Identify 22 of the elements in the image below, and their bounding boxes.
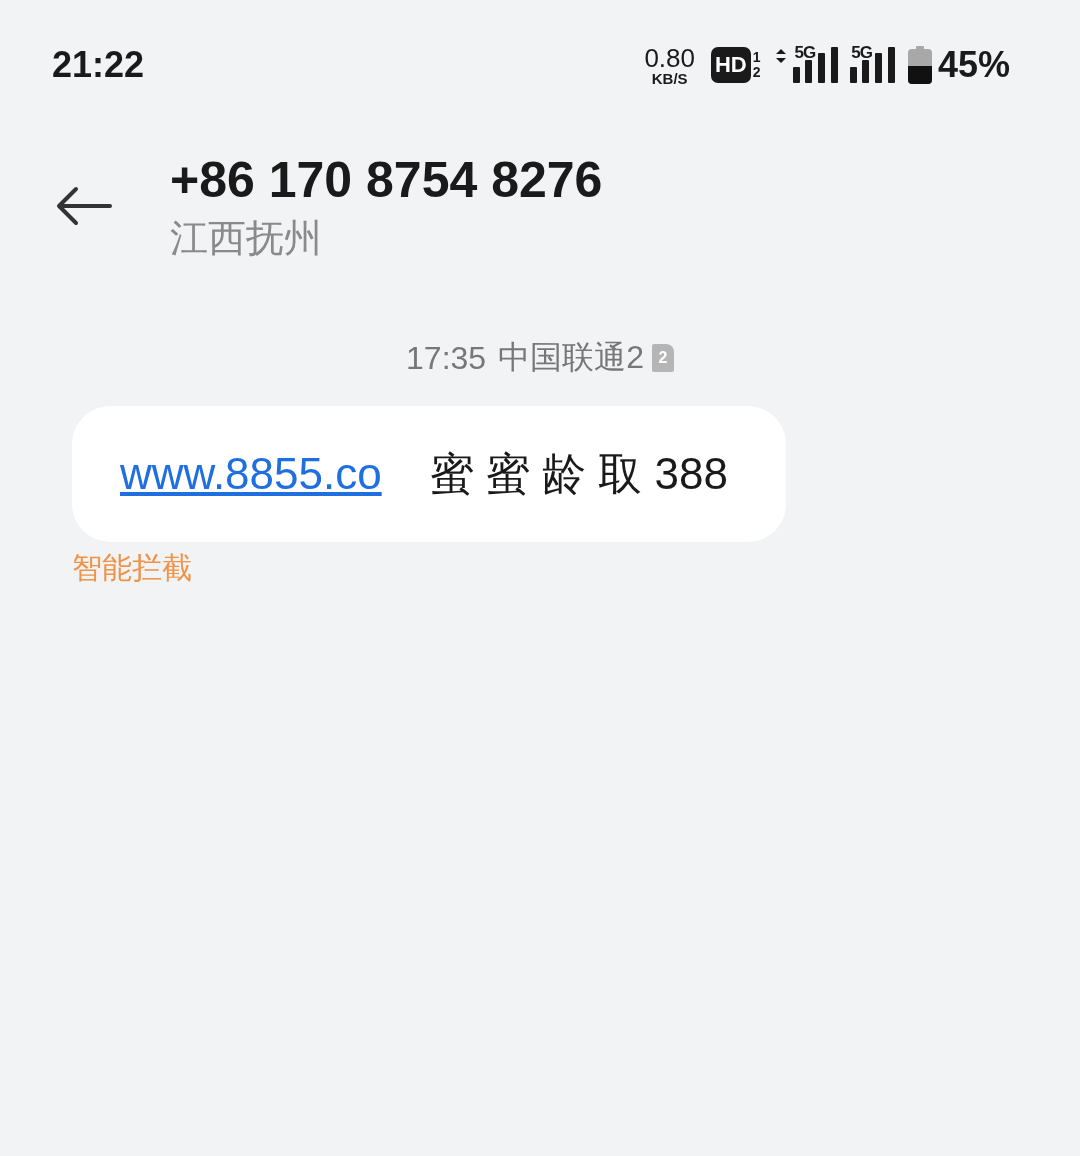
signal-icon [849, 47, 896, 83]
data-transfer-icon [774, 48, 787, 64]
message-text: 蜜 蜜 龄 取 388 [429, 447, 728, 500]
sim-card-icon: 2 [651, 344, 674, 372]
spam-block-label: 智能拦截 [72, 550, 192, 586]
network-type: 5G [794, 43, 816, 63]
network-speed-unit: KB/S [651, 70, 688, 86]
message-timestamp: 17:35 [406, 339, 487, 377]
signal-icon [793, 47, 840, 83]
contact-phone-number: +86 170 8754 8276 [170, 151, 603, 210]
message-link[interactable]: www.8855.co [120, 449, 382, 499]
hd-voice-badge: HD [711, 47, 751, 83]
sim-number: 1 [752, 50, 761, 65]
battery-percentage: 45% [937, 44, 1010, 86]
status-time: 21:22 [52, 44, 145, 86]
network-type: 5G [851, 43, 872, 63]
network-speed: 0.80 [644, 44, 695, 71]
sim-carrier: 中国联通2 [498, 338, 644, 377]
contact-location: 江西抚州 [170, 216, 323, 261]
sim-number: 2 [752, 65, 761, 80]
back-icon[interactable] [56, 186, 112, 226]
battery-icon [907, 46, 932, 84]
